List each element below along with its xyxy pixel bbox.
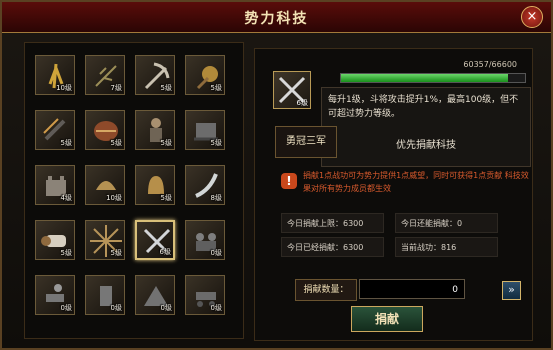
tech-cell-6[interactable]: 5级 xyxy=(85,110,125,150)
description-text: 每升1级，斗将攻击提升1%，最高100级，但不可超过势力等级。 xyxy=(328,95,519,119)
tech-cell-10[interactable]: 10级 xyxy=(85,165,125,205)
cell-level: 8级 xyxy=(210,194,222,202)
stat-today-donated: 今日已经捐献：6300 xyxy=(281,237,384,257)
cell-level: 5级 xyxy=(60,249,72,257)
window-title: 势力科技 xyxy=(244,11,309,27)
tech-cell-20[interactable]: 0级 xyxy=(185,275,225,315)
max-arrow-button[interactable]: » xyxy=(502,281,521,300)
cell-level: 5级 xyxy=(210,139,222,147)
cell-level: 5级 xyxy=(160,194,172,202)
tech-grid-panel: 10级 7级 5级 5级 5级 5级 5级 5级 4级 10级 5级 8级 5级… xyxy=(24,42,244,339)
tech-cell-4[interactable]: 5级 xyxy=(185,55,225,95)
tech-cell-5[interactable]: 5级 xyxy=(35,110,75,150)
tech-cell-15-selected[interactable]: 6级 xyxy=(135,220,175,260)
tech-cell-1[interactable]: 10级 xyxy=(35,55,75,95)
cell-level: 7级 xyxy=(110,84,122,92)
selected-tech-level: 6级 xyxy=(296,99,308,107)
donate-label: 捐献数量： xyxy=(295,279,357,301)
tech-window: 势力科技 × 10级 7级 5级 5级 5级 5级 5级 5级 4级 10级 5… xyxy=(0,0,553,350)
progress-text: 60357/66600 xyxy=(463,60,517,69)
priority-text: 优先捐献科技 xyxy=(396,140,456,151)
tech-cell-3[interactable]: 5级 xyxy=(135,55,175,95)
tech-cell-9[interactable]: 4级 xyxy=(35,165,75,205)
cell-level: 10级 xyxy=(106,194,122,202)
tech-top: 6级 60357/66600 每升1级，斗将攻击提升1%，最高100级，但不可超… xyxy=(265,57,531,167)
tech-cell-18[interactable]: 0级 xyxy=(85,275,125,315)
stat-today-available: 今日还能捐献：0 xyxy=(395,213,498,233)
warning-box: ! 捐献1点战功可为势力提供1点威望，同时可获得1点贡献 科技效果对所有势力成员… xyxy=(273,165,531,205)
cell-level: 10级 xyxy=(56,84,72,92)
tech-cell-7[interactable]: 5级 xyxy=(135,110,175,150)
cell-level: 5级 xyxy=(160,84,172,92)
cell-level: 5级 xyxy=(110,249,122,257)
cell-level: 0级 xyxy=(110,304,122,312)
donate-button[interactable]: 捐献 xyxy=(351,306,423,332)
cell-level: 5级 xyxy=(210,84,222,92)
warning-text: 捐献1点战功可为势力提供1点威望，同时可获得1点贡献 科技效果对所有势力成员都生… xyxy=(303,171,529,193)
tech-cell-13[interactable]: 5级 xyxy=(35,220,75,260)
cell-level: 5级 xyxy=(110,139,122,147)
progress-bar xyxy=(340,73,526,83)
progress-fill xyxy=(341,74,508,82)
stat-today-limit: 今日捐献上限：6300 xyxy=(281,213,384,233)
tech-cell-16[interactable]: 0级 xyxy=(185,220,225,260)
tech-detail-panel: 6级 60357/66600 每升1级，斗将攻击提升1%，最高100级，但不可超… xyxy=(254,48,533,341)
cell-level: 4级 xyxy=(60,194,72,202)
cell-level: 6级 xyxy=(159,248,171,256)
tech-cell-12[interactable]: 8级 xyxy=(185,165,225,205)
cell-level: 0级 xyxy=(160,304,172,312)
cell-level: 0级 xyxy=(210,304,222,312)
description-box: 每升1级，斗将攻击提升1%，最高100级，但不可超过势力等级。 优先捐献科技 xyxy=(321,87,531,167)
cell-level: 5级 xyxy=(160,139,172,147)
crossed-swords-icon xyxy=(143,228,171,254)
warning-icon: ! xyxy=(281,173,297,189)
tech-cell-2[interactable]: 7级 xyxy=(85,55,125,95)
cell-level: 5级 xyxy=(60,139,72,147)
close-button[interactable]: × xyxy=(521,6,543,28)
title-bar: 势力科技 × xyxy=(2,2,551,33)
tech-cell-11[interactable]: 5级 xyxy=(135,165,175,205)
tech-cell-14[interactable]: 5级 xyxy=(85,220,125,260)
cell-level: 0级 xyxy=(60,304,72,312)
stat-current-merit: 当前战功：816 xyxy=(395,237,498,257)
cell-level: 0级 xyxy=(210,249,222,257)
tech-cell-8[interactable]: 5级 xyxy=(185,110,225,150)
tech-name: 勇冠三军 xyxy=(275,126,337,158)
selected-tech-icon: 6级 xyxy=(273,71,311,109)
donate-amount-input[interactable]: 0 xyxy=(359,279,465,299)
donate-row: 捐献数量： 0 » xyxy=(295,278,525,301)
tech-cell-17[interactable]: 0级 xyxy=(35,275,75,315)
tech-cell-19[interactable]: 0级 xyxy=(135,275,175,315)
